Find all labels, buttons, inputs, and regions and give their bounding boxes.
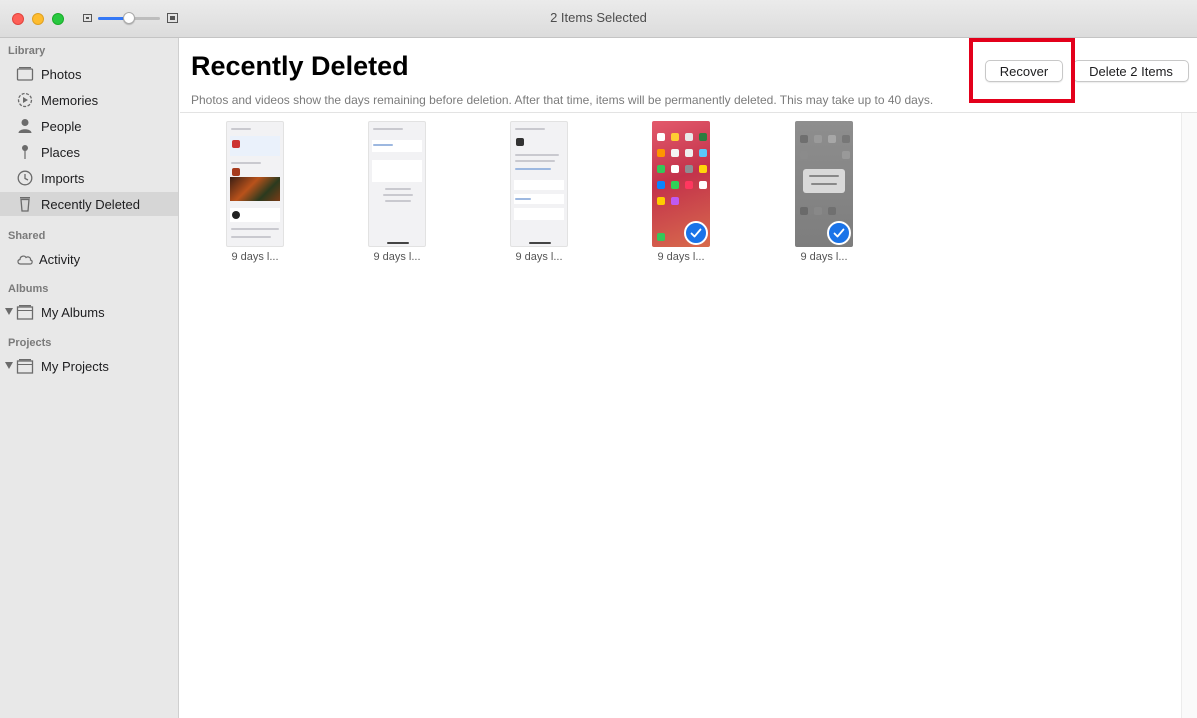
selected-checkmark-icon (827, 221, 851, 245)
folder-icon (16, 304, 34, 320)
sidebar-item-label: Activity (39, 252, 81, 267)
section-projects: Projects (8, 337, 52, 349)
section-library: Library (8, 45, 46, 57)
thumbnail-caption: 9 days l... (373, 251, 421, 263)
selected-checkmark-icon (684, 221, 708, 245)
sidebar: Library Photos Memories People Places Im… (0, 38, 179, 718)
delete-items-button[interactable]: Delete 2 Items (1073, 60, 1189, 82)
sidebar-item-label: Recently Deleted (41, 197, 140, 212)
people-icon (16, 118, 34, 134)
chevron-down-icon[interactable] (5, 362, 13, 369)
sidebar-item-label: Memories (41, 93, 99, 108)
thumbnail-caption: 9 days l... (515, 251, 563, 263)
sidebar-item-label: My Projects (41, 359, 109, 374)
window-title: 2 Items Selected (550, 10, 647, 25)
sidebar-item-label: Places (41, 145, 81, 160)
sidebar-item-my-albums[interactable]: My Albums (0, 300, 178, 324)
title-bar: 2 Items Selected (0, 0, 1197, 38)
sidebar-item-memories[interactable]: Memories (0, 88, 178, 112)
sidebar-item-photos[interactable]: Photos (0, 62, 178, 86)
photo-thumbnail[interactable] (795, 121, 853, 247)
thumbnail-caption: 9 days l... (800, 251, 848, 263)
sidebar-item-my-projects[interactable]: My Projects (0, 354, 178, 378)
thumbnail-caption: 9 days l... (231, 251, 279, 263)
photo-thumbnail[interactable] (652, 121, 710, 247)
section-albums: Albums (8, 283, 49, 295)
thumbnail-caption: 9 days l... (657, 251, 705, 263)
main-content: Recently Deleted Photos and videos show … (180, 38, 1197, 718)
photo-thumbnail[interactable] (226, 121, 284, 247)
page-subtitle: Photos and videos show the days remainin… (191, 93, 934, 107)
page-title: Recently Deleted (191, 51, 409, 81)
imports-icon (16, 170, 34, 186)
sidebar-item-imports[interactable]: Imports (0, 166, 178, 190)
photo-thumbnail[interactable] (510, 121, 568, 247)
memories-icon (16, 92, 34, 108)
sidebar-item-people[interactable]: People (0, 114, 178, 138)
places-icon (16, 144, 34, 160)
divider (180, 112, 1197, 113)
photo-thumbnail[interactable] (368, 121, 426, 247)
sidebar-item-label: Imports (41, 171, 85, 186)
scrollbar[interactable] (1181, 113, 1197, 718)
trash-icon (16, 196, 34, 212)
sidebar-item-recently-deleted[interactable]: Recently Deleted (0, 192, 178, 216)
folder-icon (16, 358, 34, 374)
sidebar-item-label: People (41, 119, 82, 134)
photos-icon (16, 66, 34, 82)
sidebar-item-places[interactable]: Places (0, 140, 178, 164)
sidebar-item-label: My Albums (41, 305, 105, 320)
sidebar-item-label: Photos (41, 67, 82, 82)
chevron-down-icon[interactable] (5, 308, 13, 315)
section-shared: Shared (8, 230, 46, 242)
cloud-icon (16, 251, 34, 267)
highlight-annotation (969, 38, 1075, 103)
sidebar-item-activity[interactable]: Activity (0, 247, 178, 271)
